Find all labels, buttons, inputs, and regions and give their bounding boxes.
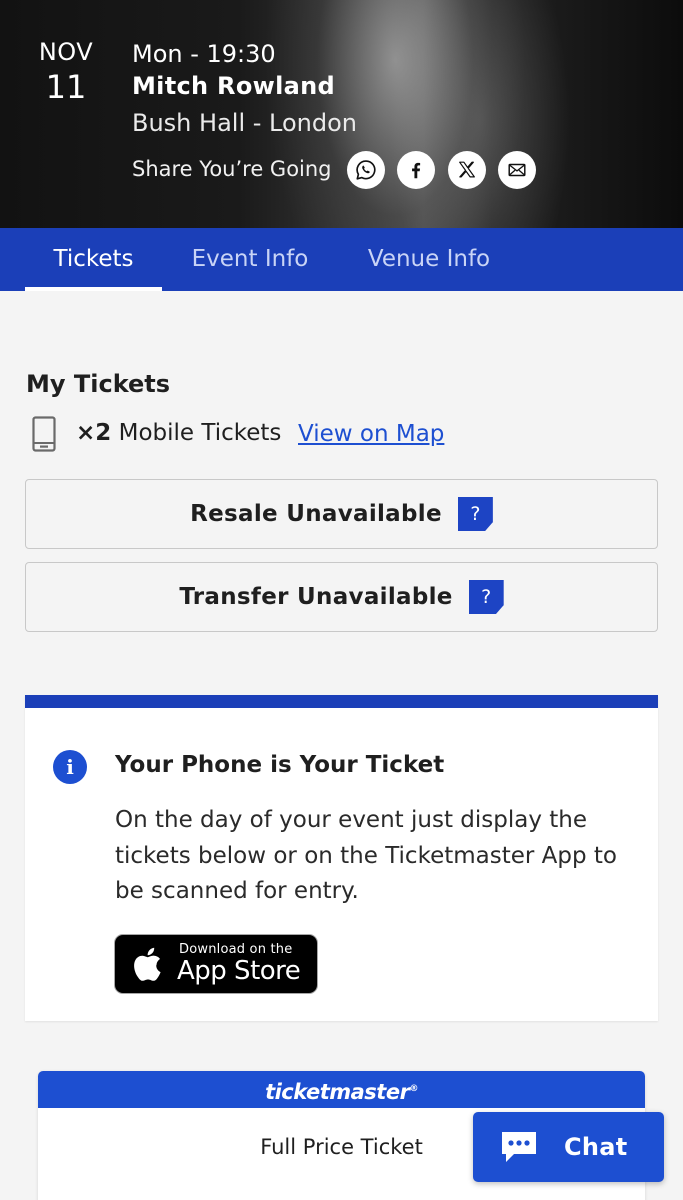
chat-bubble-icon (502, 1132, 536, 1162)
event-month: NOV (38, 38, 94, 66)
app-store-badge[interactable]: Download on the App Store (114, 934, 318, 994)
apple-icon (134, 947, 161, 981)
chat-label: Chat (564, 1133, 628, 1161)
tab-bar: Tickets Event Info Venue Info (0, 228, 683, 291)
ticket-quantity: ×2 (76, 420, 112, 446)
facebook-icon (412, 162, 421, 179)
transfer-help-icon[interactable]: ? (468, 580, 504, 614)
mobile-phone-icon (32, 416, 56, 452)
info-icon: i (53, 750, 87, 784)
x-icon (459, 161, 475, 178)
event-day: 11 (45, 68, 87, 106)
my-tickets-title: My Tickets (26, 370, 171, 398)
resale-button[interactable]: Resale Unavailable ? (25, 479, 658, 549)
tab-venue-info[interactable]: Venue Info (352, 228, 506, 291)
share-facebook-button[interactable] (397, 151, 435, 189)
app-store-small-text: Download on the (179, 942, 293, 957)
event-header: NOV 11 Mon - 19:30 Mitch Rowland Bush Ha… (0, 0, 683, 228)
transfer-label: Transfer Unavailable (179, 584, 453, 610)
resale-label: Resale Unavailable (190, 501, 442, 527)
share-label: Share You’re Going (132, 157, 332, 181)
share-x-button[interactable] (448, 151, 486, 189)
info-card-body: On the day of your event just display th… (115, 807, 618, 904)
transfer-button[interactable]: Transfer Unavailable ? (25, 562, 658, 632)
event-time: Mon - 19:30 (132, 40, 276, 68)
event-venue: Bush Hall - London (132, 109, 357, 137)
app-store-big-text: App Store (177, 956, 301, 986)
view-on-map-link[interactable]: View on Map (298, 421, 444, 447)
email-icon (508, 163, 526, 177)
ticketmaster-logo-text: ticketmaster (265, 1080, 410, 1104)
ticket-count: ×2 Mobile Tickets (76, 420, 281, 446)
tab-tickets[interactable]: Tickets (25, 228, 162, 291)
info-card-title: Your Phone is Your Ticket (115, 752, 445, 778)
registered-mark: ® (409, 1084, 418, 1094)
tab-event-info[interactable]: Event Info (178, 228, 322, 291)
ticketmaster-logo: ticketmaster® (38, 1071, 645, 1108)
ticket-summary: ×2 Mobile Tickets View on Map (26, 414, 666, 454)
whatsapp-icon (356, 160, 376, 180)
ticket-type-label: Mobile Tickets (118, 420, 282, 446)
chat-button[interactable]: Chat (473, 1112, 664, 1182)
resale-help-icon[interactable]: ? (457, 497, 493, 531)
phone-ticket-info-card: i Your Phone is Your Ticket On the day o… (25, 695, 658, 1021)
event-artist: Mitch Rowland (132, 72, 335, 100)
share-email-button[interactable] (498, 151, 536, 189)
share-whatsapp-button[interactable] (347, 151, 385, 189)
